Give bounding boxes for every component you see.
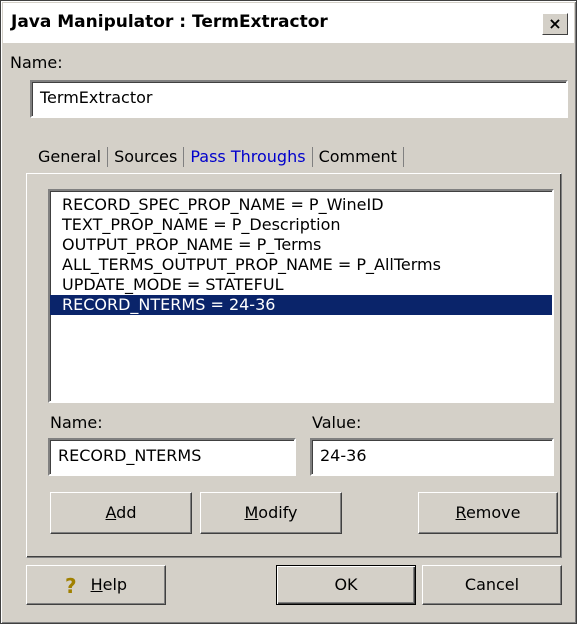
remove-button-label: emove: [465, 503, 521, 522]
help-button-mnemonic: H: [90, 575, 103, 594]
remove-button-mnemonic: R: [455, 503, 466, 522]
help-button-label: elp: [102, 575, 128, 594]
tab-bar: General Sources Pass Throughs Comment: [38, 144, 404, 170]
ok-button[interactable]: OK: [276, 565, 416, 605]
tab-pass-throughs[interactable]: Pass Throughs: [184, 147, 313, 167]
tab-general[interactable]: General: [38, 147, 109, 167]
close-icon: ×: [548, 14, 562, 33]
list-item[interactable]: UPDATE_MODE = STATEFUL: [50, 275, 552, 295]
modify-button-mnemonic: M: [244, 503, 259, 522]
remove-button[interactable]: Remove: [418, 492, 558, 534]
pass-through-value-label: Value:: [312, 413, 362, 432]
list-item[interactable]: ALL_TERMS_OUTPUT_PROP_NAME = P_AllTerms: [50, 255, 552, 275]
pass-through-value-field[interactable]: 24-36: [310, 438, 554, 476]
list-item-selected[interactable]: RECORD_NTERMS = 24-36: [50, 295, 552, 315]
list-item[interactable]: TEXT_PROP_NAME = P_Description: [50, 215, 552, 235]
add-button[interactable]: Add: [50, 492, 192, 534]
list-item[interactable]: RECORD_SPEC_PROP_NAME = P_WineID: [50, 195, 552, 215]
close-button[interactable]: ×: [542, 13, 568, 35]
name-label: Name:: [10, 53, 63, 72]
pass-through-name-field[interactable]: RECORD_NTERMS: [48, 438, 296, 476]
pass-through-name-label: Name:: [50, 413, 103, 432]
title-bar[interactable]: Java Manipulator : TermExtractor ×: [3, 3, 574, 43]
modify-button[interactable]: Modify: [200, 492, 342, 534]
name-field[interactable]: TermExtractor: [30, 80, 568, 118]
tab-sources[interactable]: Sources: [108, 147, 185, 167]
cancel-button[interactable]: Cancel: [422, 565, 562, 605]
list-item[interactable]: OUTPUT_PROP_NAME = P_Terms: [50, 235, 552, 255]
help-button[interactable]: ? Help: [26, 565, 166, 605]
modify-button-label: odify: [258, 503, 298, 522]
add-button-mnemonic: A: [105, 503, 117, 522]
help-icon: ?: [64, 573, 77, 598]
pass-through-list[interactable]: RECORD_SPEC_PROP_NAME = P_WineID TEXT_PR…: [48, 189, 554, 403]
window-title: Java Manipulator : TermExtractor: [11, 12, 328, 32]
add-button-label: dd: [116, 503, 137, 522]
tab-comment[interactable]: Comment: [313, 147, 404, 167]
